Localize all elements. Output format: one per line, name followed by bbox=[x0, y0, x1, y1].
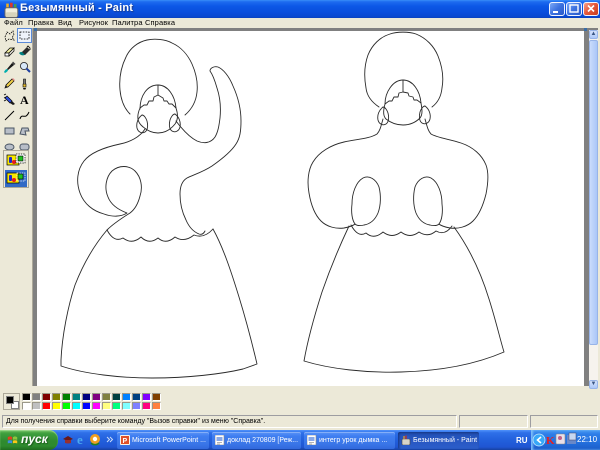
svg-text:A: A bbox=[20, 93, 29, 107]
svg-text:K: K bbox=[546, 435, 555, 447]
svg-text:e: e bbox=[77, 432, 83, 447]
svg-text:P: P bbox=[123, 438, 128, 445]
